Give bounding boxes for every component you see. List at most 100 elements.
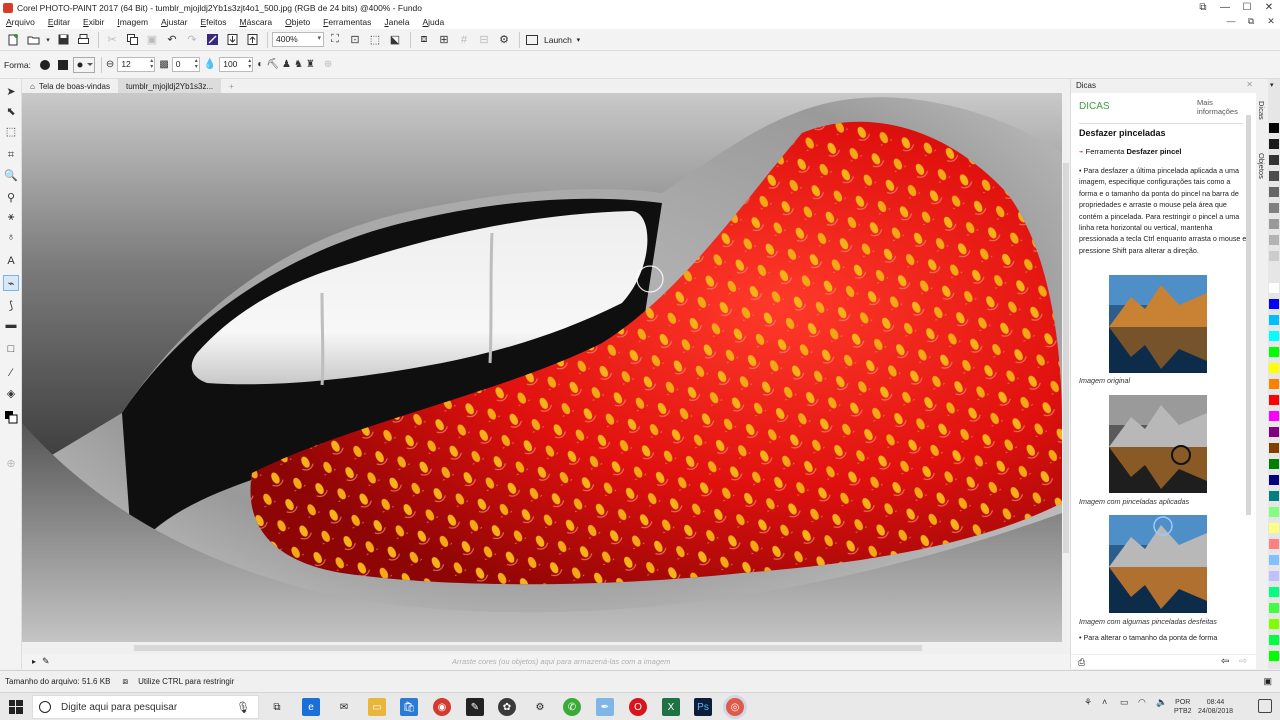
rectangle-tool-icon[interactable]: □ <box>3 341 19 357</box>
export-icon[interactable] <box>243 31 261 49</box>
side-tab-dicas[interactable]: Dicas <box>1257 101 1266 120</box>
clone-tool-icon[interactable]: ♁ <box>3 229 19 245</box>
palette-swatch[interactable] <box>1269 139 1279 149</box>
file-explorer-icon[interactable]: ▭ <box>368 698 386 716</box>
palette-swatch[interactable] <box>1269 331 1279 341</box>
opera-icon[interactable]: O <box>629 698 647 716</box>
chrome-icon[interactable]: ◉ <box>433 698 451 716</box>
side-tab-objetos[interactable]: Objetos <box>1257 153 1266 179</box>
photoshop-icon[interactable]: Ps <box>694 698 712 716</box>
eyedropper-tool-icon[interactable]: ⚲ <box>3 189 19 205</box>
palette-swatch[interactable] <box>1269 507 1279 517</box>
notification-center-icon[interactable] <box>1258 699 1272 713</box>
cut-icon[interactable]: ✂ <box>103 31 121 49</box>
palette-swatch[interactable] <box>1269 459 1279 469</box>
vertical-scrollbar[interactable] <box>1062 93 1070 642</box>
show-guidelines-icon[interactable]: ⊞ <box>435 31 453 49</box>
red-eye-tool-icon[interactable]: ⚹ <box>3 209 19 225</box>
doc-close-button[interactable]: ✕ <box>1264 16 1278 28</box>
antialias-icon[interactable]: ◐ <box>257 59 263 70</box>
palette-swatch[interactable] <box>1269 539 1279 549</box>
more-info-link[interactable]: Mais informações <box>1197 98 1249 116</box>
undo-icon[interactable]: ↶ <box>163 31 181 49</box>
palette-swatch[interactable] <box>1269 203 1279 213</box>
round-nib-button[interactable] <box>37 57 53 73</box>
people-icon[interactable]: ⚘ <box>1084 697 1092 708</box>
menu-arquivo[interactable]: Arquivo <box>6 17 35 27</box>
network-icon[interactable]: ▭ <box>1120 697 1129 708</box>
palette-swatch[interactable] <box>1269 315 1279 325</box>
palette-swatch[interactable] <box>1269 555 1279 565</box>
nib-size-stepper[interactable]: 12 ▴ ▾ <box>117 57 156 72</box>
edge-browser-icon[interactable]: e <box>302 698 320 716</box>
tab-document[interactable]: tumblr_mjojldj2Yb1s3z... <box>118 79 222 93</box>
palette-swatch[interactable] <box>1269 651 1279 661</box>
new-tab-plus-icon[interactable]: + <box>221 79 242 93</box>
palette-swatch[interactable] <box>1269 587 1279 597</box>
task-view-icon[interactable]: ⧉ <box>268 698 286 716</box>
print-icon[interactable] <box>74 31 92 49</box>
brush-settings-icon-2[interactable]: ♟ <box>282 59 291 70</box>
restore-icon[interactable]: ⧉ <box>1192 2 1214 13</box>
palette-swatch[interactable] <box>1269 635 1279 645</box>
status-toggle-icon[interactable]: ⧈ <box>122 676 128 687</box>
transparency-stepper[interactable]: 0 ▴ ▾ <box>171 57 200 72</box>
excel-icon[interactable]: X <box>662 698 680 716</box>
feather-app-icon[interactable]: ✒ <box>596 698 614 716</box>
palette-swatch[interactable] <box>1269 491 1279 501</box>
scroll-thumb[interactable] <box>1063 163 1069 553</box>
brush-settings-icon-1[interactable]: ⛏ <box>266 59 279 70</box>
options-gear-icon[interactable]: ⚙ <box>495 31 513 49</box>
windows-start-button[interactable] <box>0 693 32 720</box>
lock-icon[interactable]: ⎙ <box>1078 657 1085 668</box>
input-language[interactable]: POR PTB2 <box>1174 698 1192 716</box>
open-dropdown-icon[interactable]: ▾ <box>44 31 52 49</box>
fill-tool-icon[interactable]: ◈ <box>3 385 19 401</box>
palette-swatch[interactable] <box>1269 475 1279 485</box>
doc-restore-button[interactable]: ⧉ <box>1244 16 1258 28</box>
tab-welcome-screen[interactable]: ⌂ Tela de boas-vindas <box>22 79 118 93</box>
menu-ajuda[interactable]: Ajuda <box>422 17 444 27</box>
palette-swatch[interactable] <box>1269 299 1279 309</box>
play-icon[interactable]: ▸ <box>32 657 36 666</box>
editor-app-icon[interactable]: ✎ <box>466 698 484 716</box>
palette-swatch[interactable] <box>1269 187 1279 197</box>
snap-icon[interactable]: ⊟ <box>475 31 493 49</box>
menu-ajustar[interactable]: Ajustar <box>161 17 187 27</box>
palette-swatch[interactable] <box>1269 347 1279 357</box>
show-grid-icon[interactable]: # <box>455 31 473 49</box>
volume-icon[interactable]: 🔈 <box>1156 697 1167 708</box>
palette-arrow-icon[interactable]: ▾ <box>1270 81 1274 89</box>
mask-transform-tool-icon[interactable]: ⬉ <box>3 103 19 119</box>
brush-settings-icon-3[interactable]: ♞ <box>294 59 303 70</box>
add-tool-icon[interactable]: ⊕ <box>3 455 19 471</box>
mask-marquee-icon[interactable]: ⬚ <box>366 31 384 49</box>
full-screen-preview-icon[interactable]: ⊡ <box>346 31 364 49</box>
zoom-to-fit-icon[interactable]: ⛶ <box>326 31 344 49</box>
wifi-icon[interactable]: ◠ <box>1138 697 1146 708</box>
palette-swatch[interactable] <box>1269 363 1279 373</box>
back-arrow-icon[interactable]: ⇦ <box>1221 656 1229 667</box>
scroll-thumb[interactable] <box>134 645 922 651</box>
palette-swatch[interactable] <box>1269 411 1279 421</box>
paint-tool-icon[interactable]: ⁄ <box>3 365 19 381</box>
text-tool-icon[interactable]: A <box>3 253 19 269</box>
brush-settings-icon-4[interactable]: ♜ <box>306 59 315 70</box>
palette-swatch[interactable] <box>1269 443 1279 453</box>
eraser-tool-icon[interactable]: ▬ <box>3 317 19 333</box>
nib-shape-dropdown[interactable] <box>72 56 95 73</box>
menu-editar[interactable]: Editar <box>48 17 70 27</box>
system-clock[interactable]: 08:44 24/08/2018 <box>1198 698 1233 716</box>
menu-janela[interactable]: Janela <box>384 17 409 27</box>
show-rulers-icon[interactable]: ⧈ <box>415 31 433 49</box>
crop-tool-icon[interactable]: ⌗ <box>3 147 19 163</box>
status-settings-icon[interactable]: ▣ <box>1263 676 1272 687</box>
menu-ferramentas[interactable]: Ferramentas <box>323 17 371 27</box>
palette-swatch[interactable] <box>1269 603 1279 613</box>
opacity-stepper[interactable]: 100 ▴ ▾ <box>219 57 254 72</box>
forward-arrow-icon[interactable]: ⇨ <box>1239 656 1247 667</box>
palette-swatch[interactable] <box>1269 219 1279 229</box>
horizontal-scrollbar[interactable] <box>22 642 1070 654</box>
effect-tool-icon[interactable]: ⟆ <box>3 297 19 313</box>
color-swatches-icon[interactable] <box>3 409 19 425</box>
